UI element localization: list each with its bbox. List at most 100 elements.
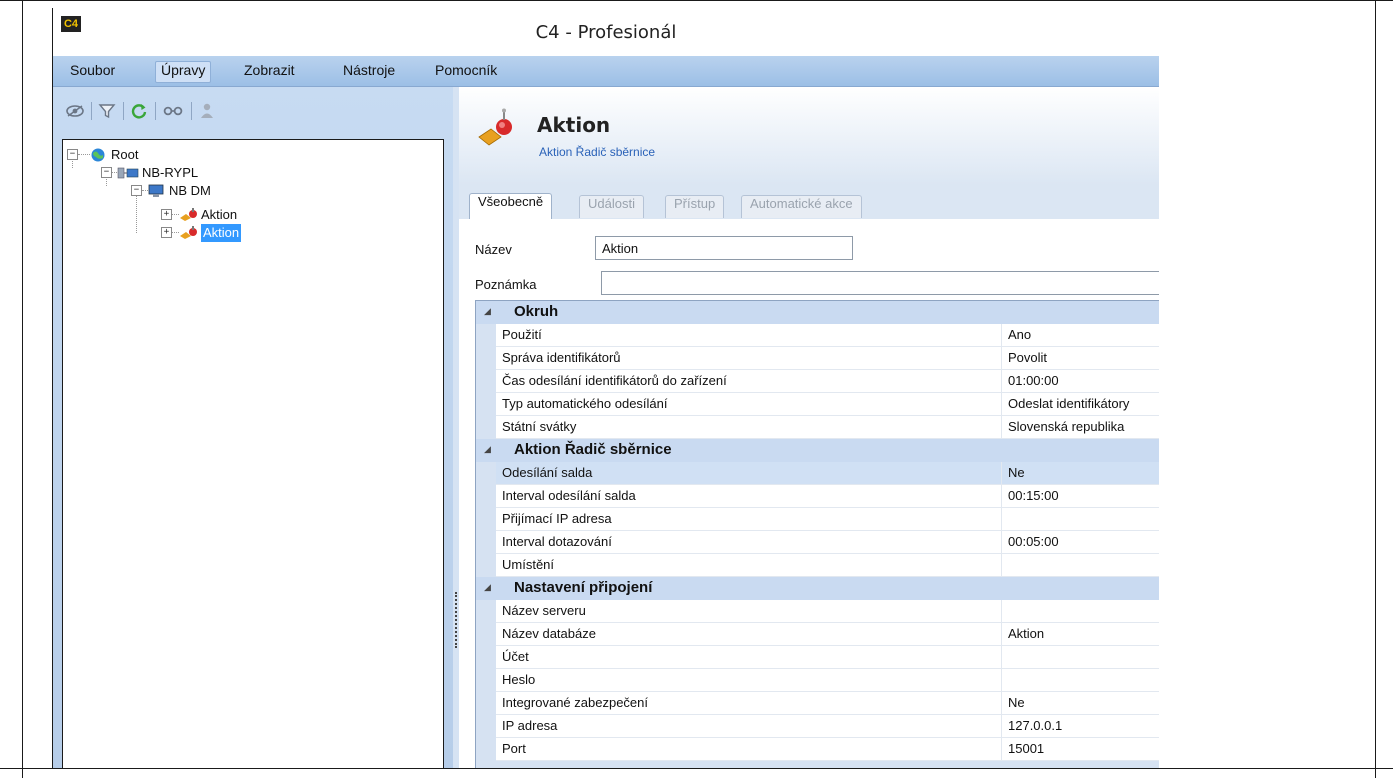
property-name: Čas odesílání identifikátorů do zařízení — [502, 373, 727, 388]
tree-node-nb-rypl[interactable]: − NB-RYPL — [101, 164, 241, 182]
category-aktion-radic[interactable]: ◢ Aktion Řadič sběrnice — [476, 439, 1159, 462]
property-row[interactable]: Typ automatického odesílání Odeslat ident… — [496, 393, 1159, 416]
collapse-toggle[interactable]: − — [67, 149, 78, 160]
menu-zobrazit[interactable]: Zobrazit — [239, 62, 300, 82]
menu-soubor[interactable]: Soubor — [65, 62, 120, 82]
menu-nastroje[interactable]: Nástroje — [338, 62, 400, 82]
property-row[interactable]: Přijímací IP adresa — [496, 508, 1159, 531]
detail-tabs: Všeobecně Události Přístup Automatické a… — [459, 185, 1159, 220]
column-divider — [1001, 669, 1002, 692]
property-row[interactable]: Název databáze Aktion — [496, 623, 1159, 646]
window-title: C4 - Profesionál — [535, 22, 677, 43]
network-icon — [117, 167, 139, 179]
property-value[interactable]: Ne — [1008, 465, 1025, 480]
property-value[interactable]: Aktion — [1008, 626, 1044, 641]
menu-bar: Soubor Úpravy Zobrazit Nástroje Pomocník — [53, 56, 1159, 87]
menu-upravy[interactable]: Úpravy — [155, 61, 212, 83]
menu-pomocnik[interactable]: Pomocník — [430, 62, 502, 82]
name-field[interactable]: Aktion — [595, 236, 853, 260]
property-row[interactable]: Použití Ano — [496, 324, 1159, 347]
category-nastaveni-pripojeni[interactable]: ◢ Nastavení připojení — [476, 577, 1159, 600]
collapse-toggle[interactable]: − — [101, 167, 112, 178]
tab-pristup[interactable]: Přístup — [665, 195, 725, 218]
note-field[interactable] — [601, 271, 1159, 295]
collapse-triangle-icon[interactable]: ◢ — [484, 582, 491, 593]
tree-node-aktion-1[interactable]: + Aktion — [161, 206, 301, 224]
tree-node-label: Root — [111, 147, 139, 162]
collapse-triangle-icon[interactable]: ◢ — [484, 306, 491, 317]
property-name: Interval dotazování — [502, 534, 612, 549]
property-row[interactable]: IP adresa 127.0.0.1 — [496, 715, 1159, 738]
detail-header: Aktion Aktion Řadič sběrnice — [459, 87, 1159, 185]
property-row[interactable]: Umístění — [496, 554, 1159, 577]
title-bar: C4 - Profesionál C4 — [53, 8, 1159, 56]
property-row[interactable]: Interval dotazování 00:05:00 — [496, 531, 1159, 554]
property-row[interactable]: Státní svátky Slovenská republika — [496, 416, 1159, 439]
tree-node-nb-dm[interactable]: − NB DM — [131, 182, 271, 200]
expand-toggle[interactable]: + — [161, 209, 172, 220]
collapse-toggle[interactable]: − — [131, 185, 142, 196]
tree-node-aktion-2[interactable]: + Aktion — [161, 224, 301, 242]
property-row[interactable]: Čas odesílání identifikátorů do zařízení… — [496, 370, 1159, 393]
tree-node-label: NB-RYPL — [142, 165, 199, 180]
column-divider — [1001, 416, 1002, 439]
app-window: C4 - Profesionál C4 Soubor Úpravy Zobraz… — [52, 8, 1159, 768]
property-name: Integrované zabezpečení — [502, 695, 648, 710]
property-value[interactable]: 00:15:00 — [1008, 488, 1059, 503]
tab-automaticke-akce[interactable]: Automatické akce — [741, 195, 862, 218]
column-divider — [1001, 324, 1002, 347]
tab-udalosti[interactable]: Události — [579, 195, 644, 218]
property-row[interactable]: Účet — [496, 646, 1159, 669]
column-divider — [1001, 370, 1002, 393]
toolbar-separator — [155, 102, 156, 120]
category-title: Nastavení připojení — [514, 579, 653, 596]
property-value[interactable]: Slovenská republika — [1008, 419, 1124, 434]
refresh-icon[interactable] — [129, 101, 149, 121]
user-icon[interactable] — [197, 101, 217, 121]
tree-toolbar — [53, 87, 453, 139]
property-row-selected[interactable]: Odesílání salda Ne — [496, 462, 1159, 485]
tree-node-label: NB DM — [169, 183, 211, 198]
link-icon[interactable] — [161, 101, 185, 121]
property-name: Název serveru — [502, 603, 586, 618]
property-value[interactable]: 01:00:00 — [1008, 373, 1059, 388]
note-label: Poznámka — [475, 277, 537, 292]
property-value[interactable]: Ano — [1008, 327, 1031, 342]
detail-title: Aktion — [537, 113, 611, 137]
property-name: Port — [502, 741, 526, 756]
property-name: Správa identifikátorů — [502, 350, 621, 365]
frame-border-left — [22, 0, 23, 778]
property-row[interactable]: Interval odesílání salda 00:15:00 — [496, 485, 1159, 508]
tab-vseobecne[interactable]: Všeobecně — [469, 193, 553, 220]
property-name: IP adresa — [502, 718, 558, 733]
property-value[interactable]: Odeslat identifikátory — [1008, 396, 1129, 411]
property-name: Interval odesílání salda — [502, 488, 636, 503]
property-value[interactable]: 00:05:00 — [1008, 534, 1059, 549]
property-row[interactable]: Heslo — [496, 669, 1159, 692]
tree-connector — [78, 154, 90, 156]
name-label: Název — [475, 242, 512, 257]
tree-connector — [172, 214, 179, 216]
collapse-triangle-icon[interactable]: ◢ — [484, 444, 491, 455]
property-value[interactable]: Ne — [1008, 695, 1025, 710]
eye-off-icon[interactable] — [65, 101, 85, 121]
property-value[interactable]: 127.0.0.1 — [1008, 718, 1062, 733]
property-name: Heslo — [502, 672, 536, 687]
property-row[interactable]: Integrované zabezpečení Ne — [496, 692, 1159, 715]
filter-icon[interactable] — [97, 101, 117, 121]
column-divider — [1001, 485, 1002, 508]
property-row[interactable]: Název serveru — [496, 600, 1159, 623]
property-row[interactable]: Správa identifikátorů Povolit — [496, 347, 1159, 370]
property-value[interactable]: Povolit — [1008, 350, 1047, 365]
property-row[interactable]: Port 15001 — [496, 738, 1159, 761]
property-value[interactable]: 15001 — [1008, 741, 1044, 756]
tree-node-root[interactable]: − Root — [67, 146, 187, 164]
category-okruh[interactable]: ◢ Okruh — [476, 301, 1159, 324]
tree-node-label-selected: Aktion — [201, 224, 242, 242]
expand-toggle[interactable]: + — [161, 227, 172, 238]
category-title: Okruh — [514, 303, 559, 320]
frame-border-top — [0, 0, 1393, 1]
column-divider — [1001, 347, 1002, 370]
controller-icon — [478, 108, 512, 146]
property-name: Název databáze — [502, 626, 596, 641]
